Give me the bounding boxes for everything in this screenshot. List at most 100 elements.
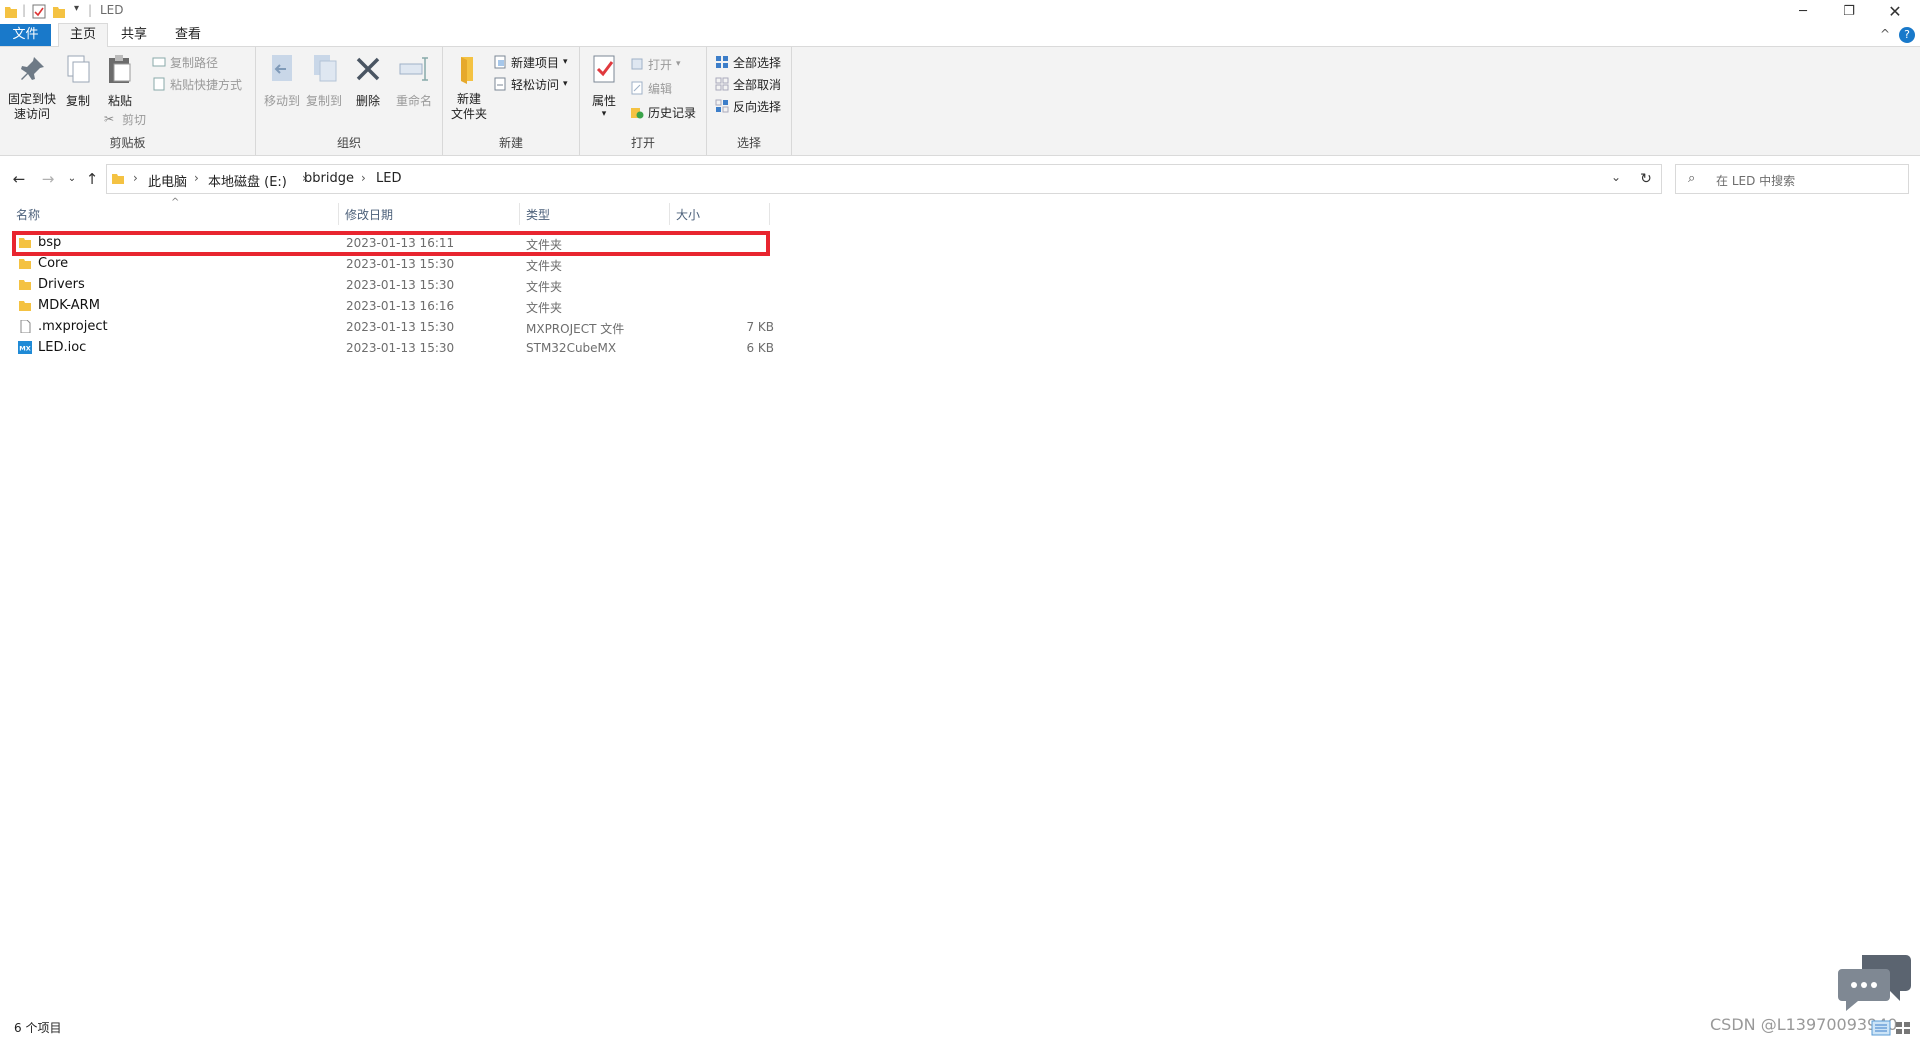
up-arrow-icon[interactable]: ↑ [82, 169, 102, 189]
open-group-label: 打开 [630, 136, 655, 150]
column-header: ^ 名称 修改日期 类型 大小 [0, 197, 1920, 225]
properties-quick-icon[interactable] [32, 3, 46, 19]
svg-text:MX: MX [19, 345, 30, 353]
select-none-icon [715, 77, 729, 91]
file-name: Drivers [38, 277, 85, 292]
sort-caret-icon: ^ [171, 197, 180, 208]
new-folder-quick-icon[interactable] [52, 3, 66, 19]
select-all-icon [716, 56, 728, 68]
properties-button[interactable]: 属性 ▾ [586, 53, 622, 119]
rename-button[interactable]: 重命名 [392, 53, 436, 109]
column-date-modified[interactable]: 修改日期 [345, 206, 393, 223]
clipboard-group-label: 剪贴板 [109, 136, 146, 150]
search-placeholder: 在 LED 中搜索 [1716, 174, 1796, 188]
breadcrumb-this-pc[interactable]: 此电脑 [148, 171, 187, 190]
select-none-button[interactable]: 全部取消 [715, 75, 781, 93]
column-size[interactable]: 大小 [676, 206, 700, 223]
open-button[interactable]: 打开 ▾ [630, 55, 681, 73]
address-bar[interactable]: › 此电脑 › 本地磁盘 (E:) › bbridge › LED ⌄ [106, 164, 1632, 194]
restore-button[interactable]: ❐ [1826, 0, 1872, 22]
pin-label: 固定到快 速访问 [7, 92, 56, 121]
close-button[interactable]: ✕ [1872, 0, 1918, 22]
file-row[interactable]: Drivers 2023-01-13 15:30 文件夹 [12, 275, 768, 296]
collapse-ribbon-icon[interactable]: ^ [1880, 27, 1890, 41]
column-divider[interactable] [519, 203, 520, 225]
file-date: 2023-01-13 16:16 [346, 299, 455, 313]
forward-arrow-icon[interactable]: → [38, 169, 58, 189]
tab-file[interactable]: 文件 [0, 24, 51, 46]
breadcrumb-led[interactable]: LED [376, 171, 401, 186]
refresh-button[interactable]: ↻ [1631, 164, 1662, 194]
copy-path-button[interactable]: 复制路径 [152, 53, 218, 71]
file-name: LED.ioc [38, 340, 87, 355]
copy-button[interactable]: 复制 [60, 53, 96, 109]
file-date: 2023-01-13 15:30 [346, 320, 455, 334]
breadcrumb-drive-e[interactable]: 本地磁盘 (E:) [208, 171, 287, 190]
easy-access-button[interactable]: 轻松访问 ▾ [493, 75, 568, 93]
new-group-label: 新建 [498, 136, 523, 150]
file-date: 2023-01-13 15:30 [346, 278, 455, 292]
breadcrumb-bbridge[interactable]: bbridge [304, 171, 354, 186]
scissors-icon: ✂ [104, 112, 115, 126]
search-box[interactable]: ⌕ 在 LED 中搜索 [1675, 164, 1909, 194]
delete-x-icon [356, 57, 380, 81]
file-row[interactable]: MX LED.ioc 2023-01-13 15:30 STM32CubeMX … [12, 338, 774, 359]
move-to-label: 移动到 [263, 94, 300, 108]
status-item-count: 6 个项目 [14, 1021, 62, 1035]
column-type[interactable]: 类型 [526, 206, 550, 223]
file-icon [20, 320, 31, 333]
view-mode-icons[interactable] [1870, 1020, 1914, 1036]
new-folder-button[interactable]: 新建 文件夹 [447, 53, 491, 122]
history-label: 历史记录 [648, 105, 697, 120]
open-label: 打开 [648, 57, 673, 72]
quick-access-dropdown-icon[interactable]: ▾ [74, 3, 79, 19]
move-to-button[interactable]: 移动到 [262, 53, 302, 109]
column-divider[interactable] [669, 203, 670, 225]
file-row[interactable]: .mxproject 2023-01-13 15:30 MXPROJECT 文件… [12, 317, 774, 338]
tab-view[interactable]: 查看 [164, 24, 212, 46]
invert-selection-button[interactable]: 反向选择 [715, 97, 781, 115]
cut-button[interactable]: ✂ 剪切 [104, 110, 146, 128]
delete-label: 删除 [355, 94, 380, 108]
tab-home[interactable]: 主页 [58, 23, 109, 48]
copy-path-label: 复制路径 [170, 55, 219, 70]
file-type: STM32CubeMX [526, 341, 617, 355]
file-type: 文件夹 [526, 259, 563, 273]
search-icon: ⌕ [1688, 171, 1696, 186]
delete-button[interactable]: 删除 [352, 53, 384, 109]
edit-button[interactable]: 编辑 [630, 79, 672, 97]
copy-to-icon [314, 55, 337, 82]
new-folder-icon [461, 57, 473, 84]
column-divider[interactable] [338, 203, 339, 225]
back-arrow-icon[interactable]: ← [9, 169, 29, 189]
address-history-chevron-icon[interactable]: ⌄ [1611, 170, 1621, 184]
new-item-icon [494, 55, 506, 69]
recent-locations-chevron-icon[interactable]: ⌄ [62, 169, 82, 189]
select-group-label: 选择 [736, 136, 761, 150]
cut-label: 剪切 [122, 112, 147, 127]
file-row[interactable]: MDK-ARM 2023-01-13 16:16 文件夹 [12, 296, 768, 317]
tab-share[interactable]: 共享 [110, 24, 158, 46]
file-type: 文件夹 [526, 301, 563, 315]
folder-icon [19, 301, 31, 311]
minimize-button[interactable]: ─ [1780, 0, 1826, 22]
stm32cubemx-file-icon: MX [18, 341, 32, 354]
history-button[interactable]: 历史记录 [630, 103, 696, 121]
column-name[interactable]: 名称 [16, 206, 40, 223]
open-icon [631, 58, 643, 70]
paste-button[interactable]: 粘贴 [100, 53, 140, 109]
pin-quick-access-button[interactable]: 固定到快 速访问 [6, 53, 58, 122]
organize-group: 移动到 复制到 删除 重命名 组织 [256, 47, 443, 155]
clipboard-group: 固定到快 速访问 复制 粘贴 复制路径 粘贴快捷方式 ✂ 剪切 剪贴板 [0, 47, 256, 155]
help-icon[interactable]: ? [1899, 27, 1915, 43]
title-bar: | ▾ | LED ─ ❐ ✕ [0, 0, 1920, 22]
column-divider[interactable] [769, 203, 770, 225]
select-all-button[interactable]: 全部选择 [715, 53, 781, 71]
paste-shortcut-button[interactable]: 粘贴快捷方式 [152, 75, 242, 93]
history-icon [631, 108, 644, 119]
file-row[interactable]: Core 2023-01-13 15:30 文件夹 [12, 254, 768, 275]
new-group: 新建 文件夹 新建项目 ▾ 轻松访问 ▾ 新建 [443, 47, 580, 155]
copy-to-button[interactable]: 复制到 [304, 53, 344, 109]
file-date: 2023-01-13 15:30 [346, 257, 455, 271]
new-item-button[interactable]: 新建项目 ▾ [493, 53, 568, 71]
